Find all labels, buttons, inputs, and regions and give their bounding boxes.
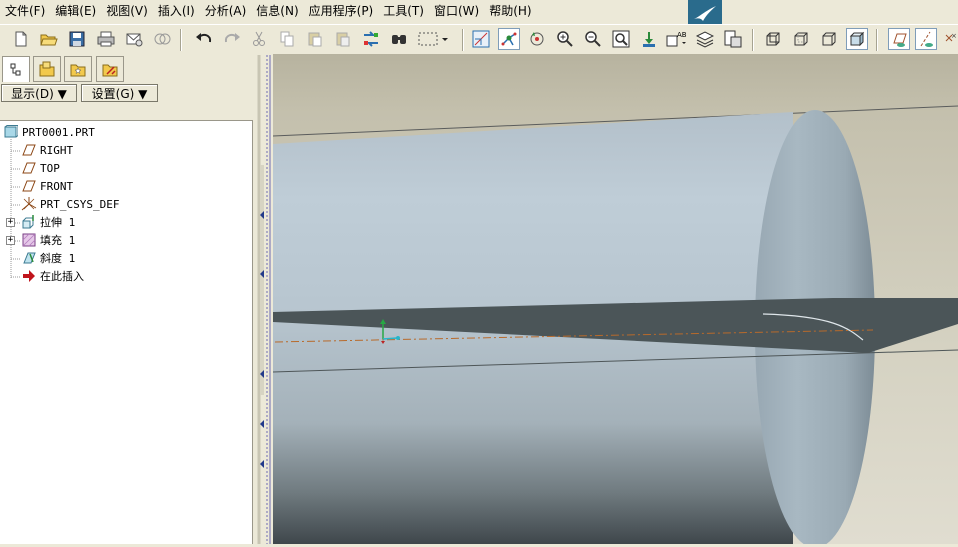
tree-item-label: RIGHT xyxy=(40,143,74,157)
selection-box-icon[interactable] xyxy=(416,28,450,50)
toolbar-separator xyxy=(180,29,182,51)
tree-item-insert-here[interactable]: 在此插入 xyxy=(21,267,84,285)
open-folder-icon[interactable] xyxy=(38,28,60,50)
tree-item-extrude[interactable]: 拉伸 1 xyxy=(21,213,75,231)
saved-views-icon[interactable]: AB xyxy=(664,28,690,50)
menu-bar: 文件(F) 编辑(E) 视图(V) 插入(I) 分析(A) 信息(N) 应用程序… xyxy=(0,0,958,22)
tree-item-draft[interactable]: 斜度 1 xyxy=(21,249,75,267)
zoom-out-icon[interactable] xyxy=(582,28,604,50)
graphics-viewport[interactable] xyxy=(273,54,958,544)
show-menu-button[interactable]: 显示(D) ▼ xyxy=(1,84,77,102)
svg-text:×: × xyxy=(951,32,957,40)
menu-edit[interactable]: 编辑(E) xyxy=(50,0,101,22)
new-file-icon[interactable] xyxy=(10,28,32,50)
cut-icon[interactable] xyxy=(248,28,270,50)
fill-icon xyxy=(21,232,37,248)
tree-item-label: 填充 1 xyxy=(40,234,76,247)
tab-model-tree[interactable] xyxy=(2,56,30,82)
panel-sash[interactable] xyxy=(256,55,273,544)
shading-icon[interactable] xyxy=(846,28,868,50)
menu-applications[interactable]: 应用程序(P) xyxy=(304,0,379,22)
sash-graphic xyxy=(257,55,271,544)
menu-tools[interactable]: 工具(T) xyxy=(378,0,429,22)
save-icon[interactable] xyxy=(66,28,88,50)
print-icon[interactable] xyxy=(95,28,117,50)
datum-plane-icon xyxy=(21,142,37,158)
tab-folder-browser[interactable] xyxy=(33,56,61,82)
datum-axes-icon[interactable] xyxy=(915,28,937,50)
main-toolbar: AB × xyxy=(0,24,958,56)
toolbar-separator xyxy=(752,29,754,51)
svg-text:AB: AB xyxy=(677,31,687,39)
expand-toggle-icon[interactable]: + xyxy=(6,218,15,227)
tree-item-top[interactable]: TOP xyxy=(21,159,60,177)
reorient-icon[interactable] xyxy=(638,28,660,50)
tree-item-label: PRT_CSYS_DEF xyxy=(40,197,120,211)
datum-plane-icon xyxy=(21,178,37,194)
model-tree-panel: 显示(D) ▼ 设置(G) ▼ PRT0001.PRT RIGHT TOP FR… xyxy=(0,55,256,544)
extrude-icon xyxy=(21,214,37,230)
datum-planes-icon[interactable] xyxy=(888,28,910,50)
model-geometry xyxy=(273,54,958,544)
menu-file[interactable]: 文件(F) xyxy=(0,0,50,22)
copy-icon[interactable] xyxy=(276,28,298,50)
undo-icon[interactable] xyxy=(193,28,215,50)
wireframe-icon[interactable] xyxy=(762,28,784,50)
layers-icon[interactable] xyxy=(694,28,716,50)
orient-icon[interactable] xyxy=(470,28,492,50)
toolbar-separator xyxy=(876,29,878,51)
view-manager-icon[interactable] xyxy=(722,28,744,50)
connections-icon xyxy=(102,64,118,77)
zoom-in-icon[interactable] xyxy=(554,28,576,50)
favorites-icon xyxy=(70,64,86,77)
navigator-tabs xyxy=(0,55,256,83)
spin-icon[interactable] xyxy=(526,28,548,50)
coordinate-system-icon xyxy=(21,196,37,212)
tree-item-label: 拉伸 1 xyxy=(40,216,76,229)
spin-center-icon[interactable] xyxy=(498,28,520,50)
menu-help[interactable]: 帮助(H) xyxy=(484,0,536,22)
menu-view[interactable]: 视图(V) xyxy=(101,0,153,22)
model-tree: PRT0001.PRT RIGHT TOP FRONT PRT_CSYS_DEF… xyxy=(0,120,253,544)
tab-connections[interactable] xyxy=(96,56,124,82)
tree-item-csys[interactable]: PRT_CSYS_DEF xyxy=(21,195,119,213)
tree-root[interactable]: PRT0001.PRT xyxy=(3,123,95,141)
datum-plane-icon xyxy=(21,160,37,176)
paste-icon[interactable] xyxy=(304,28,326,50)
menu-insert[interactable]: 插入(I) xyxy=(153,0,200,22)
regenerate-icon[interactable] xyxy=(360,28,382,50)
tree-item-label: 在此插入 xyxy=(40,270,84,283)
tree-item-label: FRONT xyxy=(40,179,74,193)
redo-icon[interactable] xyxy=(221,28,243,50)
paste-special-icon[interactable] xyxy=(332,28,354,50)
settings-menu-button[interactable]: 设置(G) ▼ xyxy=(81,84,158,102)
find-icon[interactable] xyxy=(388,28,410,50)
menu-window[interactable]: 窗口(W) xyxy=(429,0,484,22)
insert-arrow-icon xyxy=(21,268,37,284)
model-tree-icon xyxy=(10,63,21,75)
tree-item-right[interactable]: RIGHT xyxy=(21,141,73,159)
tree-item-label: 斜度 1 xyxy=(40,252,76,265)
no-hidden-icon[interactable] xyxy=(818,28,840,50)
menu-info[interactable]: 信息(N) xyxy=(251,0,303,22)
tree-item-fill[interactable]: 填充 1 xyxy=(21,231,75,249)
tree-item-front[interactable]: FRONT xyxy=(21,177,73,195)
refit-icon[interactable] xyxy=(610,28,632,50)
send-mail-icon[interactable] xyxy=(123,28,145,50)
hidden-line-icon[interactable] xyxy=(790,28,812,50)
draft-icon xyxy=(21,250,37,266)
part-icon xyxy=(3,124,19,140)
datum-points-icon[interactable]: × xyxy=(941,28,958,50)
expand-toggle-icon[interactable]: + xyxy=(6,236,15,245)
menu-analysis[interactable]: 分析(A) xyxy=(200,0,252,22)
toolbar-separator xyxy=(462,29,464,51)
tree-item-label: TOP xyxy=(40,161,60,175)
send-link-icon[interactable] xyxy=(151,28,173,50)
tab-favorites[interactable] xyxy=(64,56,92,82)
tree-root-label: PRT0001.PRT xyxy=(22,125,95,139)
folder-browser-icon xyxy=(39,61,55,77)
